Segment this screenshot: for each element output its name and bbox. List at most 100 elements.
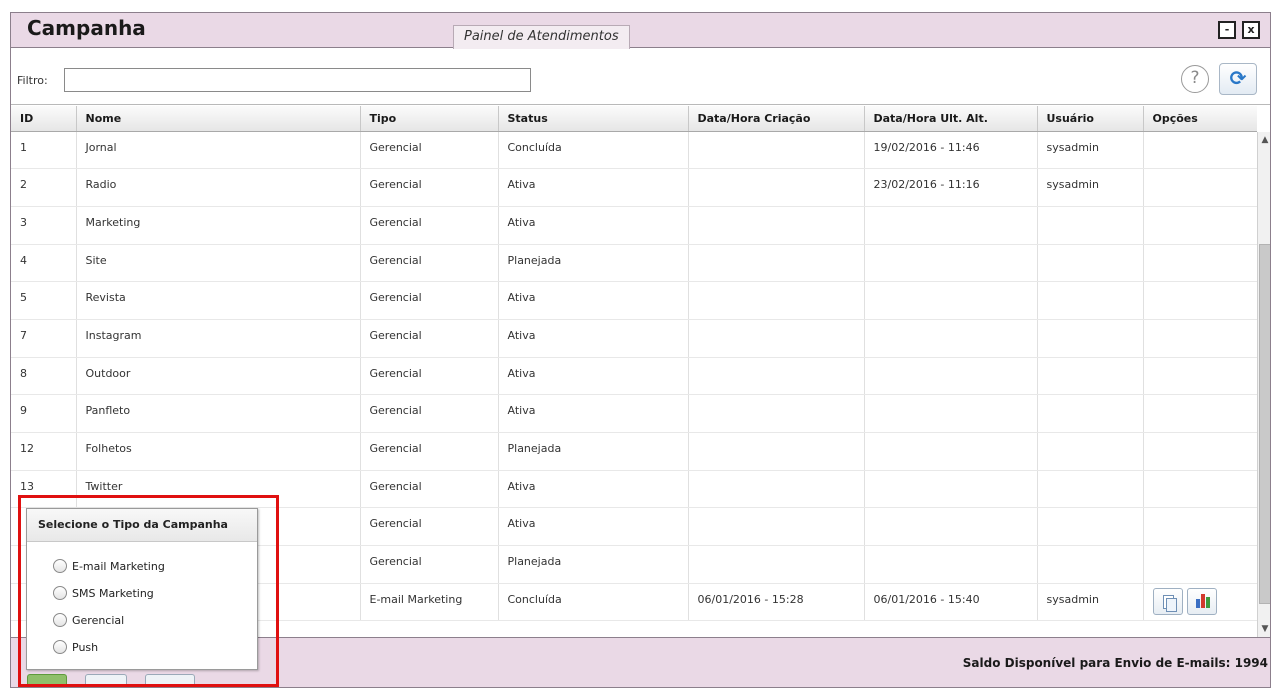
saldo-emails: Saldo Disponível para Envio de E-mails: …: [962, 656, 1268, 670]
radio-push[interactable]: Push: [53, 640, 98, 658]
column-header[interactable]: Data/Hora Criação: [688, 106, 865, 132]
chart-icon[interactable]: [1186, 587, 1217, 615]
cell-nome: Radio: [76, 168, 361, 207]
cell-status: Concluída: [498, 583, 689, 622]
radio-icon[interactable]: [53, 640, 67, 654]
cell-id: 2: [11, 168, 77, 207]
radio-email-marketing[interactable]: E-mail Marketing: [53, 559, 165, 577]
cell-status: Ativa: [498, 357, 689, 396]
export-button[interactable]: [145, 674, 195, 687]
table-row[interactable]: 13 Twitter Gerencial Ativa: [11, 470, 1257, 509]
scroll-up-icon[interactable]: ▲: [1258, 132, 1270, 148]
cell-opcoes: [1143, 168, 1257, 207]
cell-id: 3: [11, 206, 77, 245]
cell-id: 8: [11, 357, 77, 396]
radio-icon[interactable]: [53, 586, 67, 600]
cell-ult-alt: [864, 394, 1038, 433]
column-header[interactable]: Tipo: [360, 106, 499, 132]
scroll-thumb[interactable]: [1259, 244, 1270, 604]
cell-criacao: [688, 131, 865, 170]
cell-nome: Outdoor: [76, 357, 361, 396]
title-bar: Campanha Painel de Atendimentos - x: [11, 13, 1270, 49]
radio-icon[interactable]: [53, 613, 67, 627]
table-row[interactable]: 9 Panfleto Gerencial Ativa: [11, 394, 1257, 433]
column-header[interactable]: Nome: [76, 106, 361, 132]
radio-gerencial[interactable]: Gerencial: [53, 613, 124, 631]
radio-sms-marketing[interactable]: SMS Marketing: [53, 586, 154, 604]
column-header[interactable]: Opções: [1143, 106, 1257, 132]
cell-tipo: Gerencial: [360, 545, 499, 584]
radio-label: E-mail Marketing: [72, 560, 165, 573]
cell-criacao: [688, 507, 865, 547]
cell-criacao: [688, 206, 865, 245]
column-header[interactable]: Usuário: [1037, 106, 1144, 132]
scroll-down-icon[interactable]: ▼: [1258, 621, 1270, 637]
minimize-button[interactable]: -: [1218, 21, 1236, 39]
radio-icon[interactable]: [53, 559, 67, 573]
cell-ult-alt: [864, 319, 1038, 358]
cell-nome: Panfleto: [76, 394, 361, 433]
cell-opcoes: [1143, 545, 1257, 584]
filter-input[interactable]: [64, 68, 531, 92]
table-row[interactable]: 12 Folhetos Gerencial Planejada: [11, 432, 1257, 471]
column-header[interactable]: Status: [498, 106, 689, 132]
close-button[interactable]: x: [1242, 21, 1260, 39]
cell-tipo: Gerencial: [360, 319, 499, 358]
cell-usuario: [1037, 394, 1144, 433]
cell-ult-alt: [864, 244, 1038, 283]
table-row[interactable]: 1 Jornal Gerencial Concluída 19/02/2016 - 11…: [11, 131, 1257, 170]
cell-nome: Twitter: [76, 470, 361, 509]
cell-ult-alt: [864, 432, 1038, 471]
cell-status: Planejada: [498, 244, 689, 283]
cell-ult-alt: 23/02/2016 - 11:16: [864, 168, 1038, 207]
table-row[interactable]: 2 Radio Gerencial Ativa 23/02/2016 - 11:16 sy…: [11, 168, 1257, 207]
cell-criacao: 06/01/2016 - 15:28: [688, 583, 865, 622]
cell-criacao: [688, 432, 865, 471]
panel-atendimentos-tab[interactable]: Painel de Atendimentos: [453, 25, 630, 49]
cell-usuario: [1037, 281, 1144, 320]
popup-title: Selecione o Tipo da Campanha: [27, 509, 257, 542]
filter-bar: Filtro: ? ⟳: [11, 49, 1270, 105]
cell-nome: Marketing: [76, 206, 361, 245]
table-row[interactable]: 3 Marketing Gerencial Ativa: [11, 206, 1257, 245]
copy-icon[interactable]: [1152, 587, 1183, 615]
cell-tipo: Gerencial: [360, 244, 499, 283]
cell-opcoes: [1143, 281, 1257, 320]
chart-icon-bar: [1205, 596, 1210, 608]
table-row[interactable]: 5 Revista Gerencial Ativa: [11, 281, 1257, 320]
radio-label: Push: [72, 641, 99, 654]
cell-nome: Jornal: [76, 131, 361, 170]
cell-ult-alt: [864, 545, 1038, 584]
column-header[interactable]: Data/Hora Ult. Alt.: [864, 106, 1038, 132]
help-icon[interactable]: ?: [1181, 65, 1209, 93]
cell-usuario: sysadmin: [1037, 168, 1144, 207]
cell-usuario: [1037, 507, 1144, 547]
cell-usuario: [1037, 545, 1144, 584]
cell-tipo: Gerencial: [360, 281, 499, 320]
filter-label: Filtro:: [17, 74, 48, 87]
add-button[interactable]: [27, 674, 67, 687]
cell-ult-alt: [864, 507, 1038, 547]
cell-usuario: [1037, 432, 1144, 471]
edit-button[interactable]: [85, 674, 127, 687]
cell-id: 4: [11, 244, 77, 283]
cell-ult-alt: [864, 281, 1038, 320]
table-row[interactable]: 4 Site Gerencial Planejada: [11, 244, 1257, 283]
refresh-button[interactable]: ⟳: [1219, 63, 1257, 95]
column-header[interactable]: ID: [11, 106, 77, 132]
vertical-scrollbar[interactable]: ▲ ▼: [1257, 132, 1270, 637]
cell-nome: Revista: [76, 281, 361, 320]
cell-criacao: [688, 470, 865, 509]
cell-opcoes: [1143, 507, 1257, 547]
table-row[interactable]: 7 Instagram Gerencial Ativa: [11, 319, 1257, 358]
cell-nome: Instagram: [76, 319, 361, 358]
table-row[interactable]: 8 Outdoor Gerencial Ativa: [11, 357, 1257, 396]
campaign-type-popup: Selecione o Tipo da Campanha E-mail Mark…: [26, 508, 258, 670]
cell-id: 13: [11, 470, 77, 509]
cell-nome: Site: [76, 244, 361, 283]
cell-tipo: Gerencial: [360, 357, 499, 396]
cell-criacao: [688, 244, 865, 283]
radio-label: SMS Marketing: [72, 587, 154, 600]
chart-icon-bar: [1200, 593, 1205, 608]
cell-status: Ativa: [498, 319, 689, 358]
